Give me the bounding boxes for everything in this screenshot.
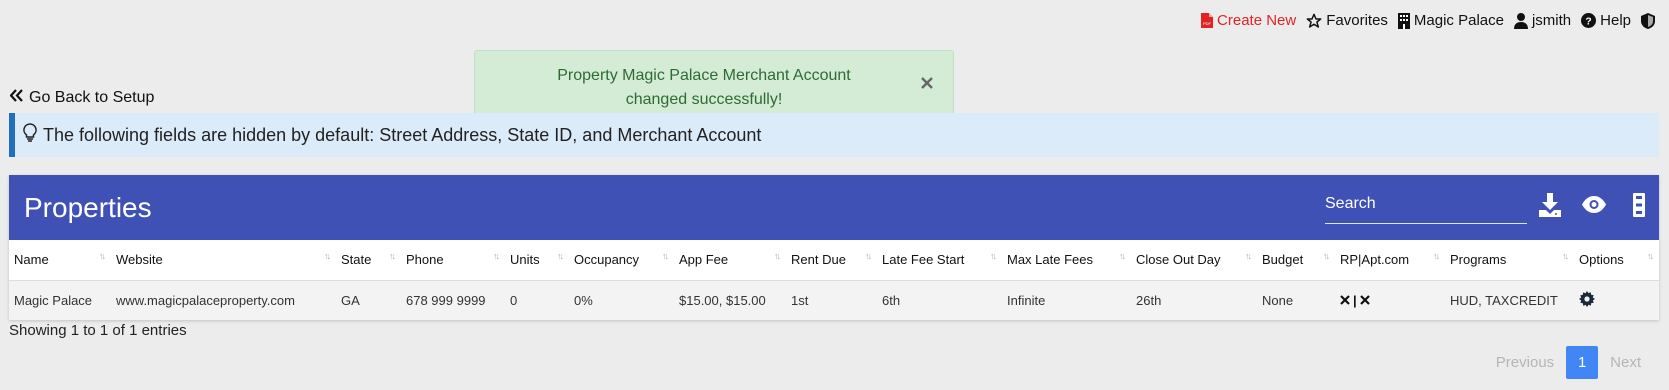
x-icon [1340, 295, 1350, 306]
pdf-icon: PDF [1201, 13, 1214, 28]
search-input[interactable] [1325, 195, 1527, 213]
x-icon [1359, 295, 1370, 306]
cell-app-fee: $15.00, $15.00 [679, 292, 766, 308]
star-icon [1306, 13, 1322, 29]
entries-info: Showing 1 to 1 of 1 entries [9, 322, 187, 339]
search-field[interactable] [1325, 195, 1527, 224]
double-chevron-left-icon [9, 89, 24, 107]
page-title: Properties [24, 191, 152, 223]
svg-text:?: ? [1585, 16, 1591, 27]
info-callout: The following fields are hidden by defau… [9, 113, 1659, 157]
rp-separator: | [1353, 292, 1357, 308]
info-text: The following fields are hidden by defau… [43, 124, 762, 145]
next-button[interactable]: Next [1600, 354, 1651, 371]
favorites-label: Favorites [1326, 12, 1388, 29]
column-header-phone[interactable]: Phone ↑↓ [401, 240, 505, 280]
lightbulb-icon [23, 123, 37, 147]
create-new-label: Create New [1217, 12, 1297, 29]
column-header-website[interactable]: Website ↑↓ [111, 240, 336, 280]
security-button[interactable] [1641, 12, 1655, 29]
cell-rp-apt: | [1335, 280, 1445, 320]
column-header-max-late-fees[interactable]: Max Late Fees ↑↓ [1002, 240, 1131, 280]
top-nav: PDF Create New Favorites Magic Palace js… [1201, 12, 1655, 29]
question-circle-icon: ? [1581, 13, 1597, 28]
sort-icon: ↑↓ [1245, 251, 1252, 261]
sort-icon: ↑↓ [1433, 251, 1440, 261]
cell-phone: 678 999 9999 [406, 292, 486, 308]
user-label: jsmith [1531, 12, 1572, 29]
sort-icon: ↑↓ [389, 251, 396, 261]
column-header-state[interactable]: State ↑↓ [336, 240, 401, 280]
column-header-rent-due[interactable]: Rent Due ↑↓ [786, 240, 877, 280]
card-header: Properties [9, 175, 1659, 240]
shield-icon [1641, 12, 1655, 29]
cell-units: 0 [510, 292, 518, 308]
go-back-label: Go Back to Setup [29, 89, 155, 106]
help-link[interactable]: ? Help [1581, 12, 1631, 29]
sort-icon: ↑↓ [990, 251, 997, 261]
user-icon [1513, 12, 1528, 29]
cell-options [1574, 280, 1659, 320]
properties-table: Name ↑↓ Website ↑↓ State ↑↓ Phone ↑↓ Units ↑↓… [9, 240, 1659, 320]
building-icon [1397, 12, 1410, 29]
column-header-name[interactable]: Name ↑↓ [9, 240, 111, 280]
sort-icon: ↑↓ [1323, 251, 1330, 261]
cell-close-out-day: 26th [1136, 292, 1162, 308]
cell-name: Magic Palace [14, 292, 93, 308]
column-header-late-fee-start[interactable]: Late Fee Start ↑↓ [877, 240, 1002, 280]
cell-max-late-fees: Infinite [1007, 292, 1046, 308]
column-header-rp-apt[interactable]: RP|Apt.com ↑↓ [1335, 240, 1445, 280]
columns-icon[interactable] [1633, 193, 1645, 222]
properties-card: Properties Name↑↓ Website↑↓ State↑↓ Phon… [9, 175, 1659, 320]
cell-budget: None [1262, 292, 1294, 308]
column-header-occupancy[interactable]: Occupancy ↑↓ [569, 240, 674, 280]
cell-website: www.magicpalaceproperty.com [116, 292, 295, 308]
svg-text:PDF: PDF [1203, 21, 1212, 26]
eye-icon[interactable] [1582, 196, 1606, 218]
favorites-link[interactable]: Favorites [1306, 12, 1388, 29]
sort-icon: ↑↓ [1647, 251, 1654, 261]
gear-icon[interactable] [1579, 290, 1595, 310]
go-back-link[interactable]: Go Back to Setup [9, 89, 155, 107]
help-label: Help [1600, 12, 1631, 29]
close-icon[interactable] [921, 73, 933, 97]
table-row[interactable]: Magic Palace www.magicpalaceproperty.com… [9, 280, 1659, 320]
column-header-programs[interactable]: Programs ↑↓ [1445, 240, 1574, 280]
create-new-link[interactable]: PDF Create New [1201, 12, 1296, 29]
sort-icon: ↑↓ [1562, 251, 1569, 261]
sort-icon: ↑↓ [865, 251, 872, 261]
sort-icon: ↑↓ [774, 251, 781, 261]
cell-programs: HUD, TAXCREDIT [1450, 292, 1558, 308]
column-header-app-fee[interactable]: App Fee ↑↓ [674, 240, 786, 280]
cell-rent-due: 1st [791, 292, 809, 308]
column-header-close-out-day[interactable]: Close Out Day ↑↓ [1131, 240, 1257, 280]
column-header-units[interactable]: Units ↑↓ [505, 240, 569, 280]
page-1-button[interactable]: 1 [1566, 346, 1599, 379]
cell-occupancy: 0% [574, 292, 593, 308]
download-icon[interactable] [1539, 193, 1561, 222]
previous-button[interactable]: Previous [1486, 354, 1564, 371]
toast-message: Property Magic Palace Merchant Account c… [557, 67, 851, 108]
sort-icon: ↑↓ [557, 251, 564, 261]
sort-icon: ↑↓ [99, 251, 106, 261]
user-menu[interactable]: jsmith [1513, 12, 1572, 29]
sort-icon: ↑↓ [493, 251, 500, 261]
cell-late-fee-start: 6th [882, 292, 901, 308]
property-label: Magic Palace [1413, 12, 1504, 29]
pagination: Previous 1 Next [1486, 346, 1651, 379]
sort-icon: ↑↓ [1119, 251, 1126, 261]
table-header-row: Name ↑↓ Website ↑↓ State ↑↓ Phone ↑↓ Units ↑↓… [9, 240, 1659, 280]
column-header-options[interactable]: Options ↑↓ [1574, 240, 1659, 280]
property-selector[interactable]: Magic Palace [1397, 12, 1504, 29]
sort-icon: ↑↓ [662, 251, 669, 261]
column-header-budget[interactable]: Budget ↑↓ [1257, 240, 1335, 280]
cell-state: GA [341, 292, 360, 308]
sort-icon: ↑↓ [324, 251, 331, 261]
